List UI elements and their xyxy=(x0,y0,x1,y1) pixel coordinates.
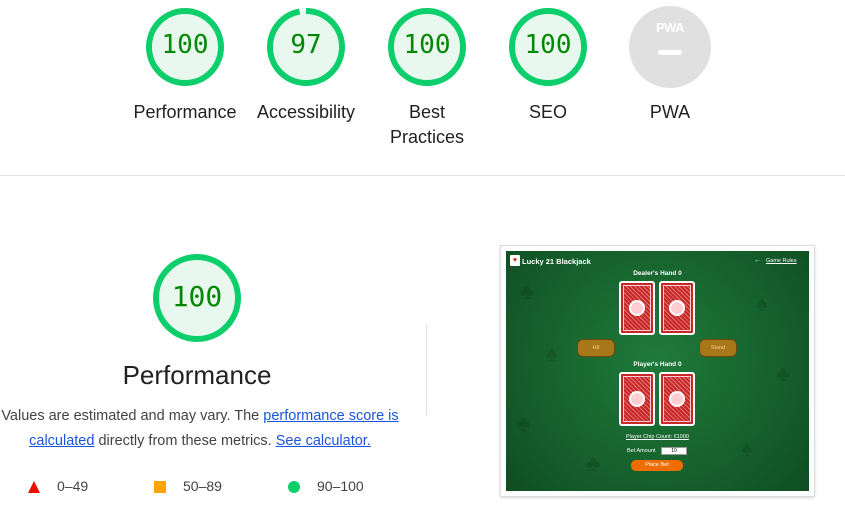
seo-label[interactable]: SEO xyxy=(478,100,618,125)
final-screenshot[interactable]: ♣ ♠ ♣ ♠ ♣ ♠ ♣ ♥ Lucky 21 Blackjack ← Gam… xyxy=(500,245,815,497)
performance-title: Performance xyxy=(122,360,272,390)
place-bet-button: Place Bet xyxy=(631,460,683,471)
performance-main-gauge: 100 xyxy=(151,252,243,344)
section-divider xyxy=(0,175,845,176)
player-hand-text: Player's Hand xyxy=(633,361,677,368)
accessibility-score: 97 xyxy=(290,30,322,60)
club-icon: ♣ xyxy=(586,451,601,476)
best-practices-label[interactable]: Best Practices xyxy=(357,100,497,150)
pwa-badge-icon: PWA xyxy=(655,20,685,35)
player-card xyxy=(659,372,695,426)
best-practices-gauge[interactable]: 100 xyxy=(386,6,468,88)
seo-gauge[interactable]: 100 xyxy=(507,6,589,88)
best-practices-score: 100 xyxy=(403,30,451,60)
pwa-badge[interactable]: PWA xyxy=(629,6,711,88)
square-icon xyxy=(154,481,166,493)
screenshot-image: ♣ ♠ ♣ ♠ ♣ ♠ ♣ ♥ Lucky 21 Blackjack ← Gam… xyxy=(506,251,809,491)
chip-count: Player Chip Count: €1000 xyxy=(626,434,689,440)
player-card xyxy=(619,372,655,426)
game-rules-link: Game Rules xyxy=(766,258,797,264)
description-text: Values are estimated and may vary. The xyxy=(1,408,264,424)
arrow-left-icon: ← xyxy=(754,257,761,264)
description-text: directly from these metrics. xyxy=(94,433,276,449)
dealer-hand-total: 0 xyxy=(678,270,682,277)
dealer-hand-label: Dealer's Hand 0 xyxy=(506,270,809,277)
performance-gauge[interactable]: 100 xyxy=(144,6,226,88)
accessibility-label[interactable]: Accessibility xyxy=(236,100,376,125)
best-practices-label-text: Best Practices xyxy=(389,102,465,147)
spade-icon: ♠ xyxy=(756,291,768,316)
player-hand-total: 0 xyxy=(677,361,682,368)
legend-pass-range: 90–100 xyxy=(317,478,364,494)
accessibility-gauge[interactable]: 97 xyxy=(265,6,347,88)
vertical-divider xyxy=(426,325,427,415)
circle-icon xyxy=(288,481,300,493)
bet-amount-input: 10 xyxy=(661,447,687,455)
triangle-icon xyxy=(28,481,40,493)
legend-average-range: 50–89 xyxy=(183,478,222,494)
dealer-card xyxy=(659,281,695,335)
stand-button: Stand xyxy=(699,339,737,357)
dealer-card xyxy=(619,281,655,335)
seo-score: 100 xyxy=(524,30,572,60)
club-icon: ♣ xyxy=(520,279,535,304)
see-calculator-link[interactable]: See calculator. xyxy=(276,433,371,449)
hit-button: Hit xyxy=(577,339,615,357)
pwa-dash-icon xyxy=(658,50,682,55)
app-title: Lucky 21 Blackjack xyxy=(522,257,591,266)
bet-amount-label: Bet Amount xyxy=(627,448,656,454)
performance-score: 100 xyxy=(161,30,209,60)
card-logo-icon: ♥ xyxy=(510,255,520,266)
player-hand-label: Player's Hand 0 xyxy=(506,361,809,368)
performance-description: Values are estimated and may vary. The p… xyxy=(0,404,410,454)
dealer-hand-text: Dealer's Hand xyxy=(633,270,677,277)
performance-main-score: 100 xyxy=(171,280,223,313)
pwa-label[interactable]: PWA xyxy=(600,100,740,125)
legend-fail-range: 0–49 xyxy=(57,478,89,494)
performance-label[interactable]: Performance xyxy=(115,100,255,125)
